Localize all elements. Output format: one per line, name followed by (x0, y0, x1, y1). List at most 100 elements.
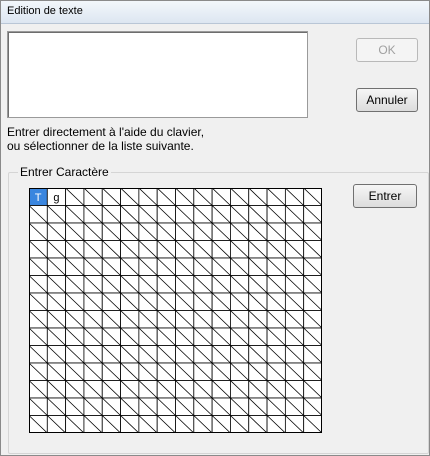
character-cell[interactable] (284, 188, 305, 206)
character-cell[interactable] (138, 362, 158, 381)
character-cell[interactable] (65, 205, 85, 224)
character-cell[interactable] (175, 362, 195, 381)
character-cell[interactable] (175, 345, 195, 364)
character-cell[interactable] (284, 310, 305, 329)
character-cell[interactable] (211, 345, 231, 364)
character-cell[interactable] (65, 257, 85, 276)
character-cell[interactable] (303, 240, 322, 259)
character-cell[interactable] (65, 275, 85, 294)
character-cell[interactable] (138, 240, 158, 259)
character-cell[interactable] (284, 415, 305, 434)
character-cell[interactable] (248, 292, 268, 311)
character-cell[interactable] (211, 362, 231, 381)
character-cell[interactable] (46, 310, 67, 329)
character-cell[interactable] (138, 275, 158, 294)
character-cell[interactable] (266, 345, 286, 364)
character-cell[interactable] (266, 188, 286, 206)
character-cell[interactable] (248, 310, 268, 329)
character-cell[interactable] (138, 380, 158, 399)
character-cell[interactable] (193, 345, 213, 364)
character-cell[interactable] (211, 292, 231, 311)
character-cell[interactable] (101, 275, 121, 294)
character-cell[interactable] (266, 415, 286, 434)
character-cell[interactable] (193, 275, 213, 294)
character-cell[interactable] (120, 310, 140, 329)
character-cell[interactable] (65, 415, 85, 434)
character-cell[interactable] (156, 397, 176, 416)
character-cell[interactable] (83, 380, 103, 399)
character-cell[interactable] (46, 345, 67, 364)
character-cell[interactable] (83, 188, 103, 206)
character-cell[interactable] (120, 380, 140, 399)
character-cell[interactable] (266, 380, 286, 399)
character-cell[interactable] (248, 380, 268, 399)
character-cell[interactable] (83, 397, 103, 416)
character-cell[interactable] (303, 415, 322, 434)
character-cell[interactable] (266, 292, 286, 311)
character-cell[interactable] (248, 275, 268, 294)
character-cell[interactable] (29, 380, 48, 399)
character-cell[interactable] (248, 362, 268, 381)
character-cell[interactable] (65, 292, 85, 311)
character-cell[interactable] (266, 205, 286, 224)
character-cell[interactable] (175, 415, 195, 434)
character-cell[interactable] (303, 205, 322, 224)
character-cell[interactable] (303, 327, 322, 346)
character-cell[interactable] (230, 205, 250, 224)
character-cell[interactable] (65, 188, 85, 206)
character-cell[interactable] (230, 240, 250, 259)
character-cell[interactable] (248, 222, 268, 241)
character-cell[interactable] (120, 275, 140, 294)
ok-button[interactable]: OK (356, 38, 418, 62)
character-cell[interactable] (303, 380, 322, 399)
character-cell[interactable] (46, 292, 67, 311)
character-cell[interactable] (83, 415, 103, 434)
character-cell[interactable] (230, 257, 250, 276)
character-cell[interactable] (101, 310, 121, 329)
character-cell[interactable] (29, 222, 48, 241)
character-cell[interactable] (230, 292, 250, 311)
character-cell[interactable] (156, 380, 176, 399)
character-cell[interactable] (138, 327, 158, 346)
character-cell[interactable] (266, 257, 286, 276)
character-cell[interactable] (46, 205, 67, 224)
character-cell[interactable] (193, 188, 213, 206)
character-cell[interactable] (248, 397, 268, 416)
character-cell[interactable] (29, 257, 48, 276)
character-cell[interactable] (29, 362, 48, 381)
character-cell[interactable] (211, 380, 231, 399)
character-cell[interactable] (83, 240, 103, 259)
character-cell[interactable] (284, 275, 305, 294)
character-cell[interactable] (175, 188, 195, 206)
character-cell[interactable] (83, 275, 103, 294)
character-cell[interactable] (138, 397, 158, 416)
character-cell[interactable] (83, 327, 103, 346)
enter-button[interactable]: Entrer (353, 184, 417, 208)
character-cell[interactable] (211, 222, 231, 241)
character-cell[interactable] (29, 327, 48, 346)
character-cell[interactable] (193, 292, 213, 311)
character-cell[interactable] (46, 397, 67, 416)
character-cell[interactable] (101, 345, 121, 364)
character-cell[interactable] (46, 327, 67, 346)
character-cell[interactable] (175, 397, 195, 416)
character-cell[interactable] (101, 222, 121, 241)
character-cell[interactable] (193, 257, 213, 276)
character-cell[interactable] (101, 397, 121, 416)
character-cell[interactable] (303, 310, 322, 329)
character-cell[interactable] (29, 310, 48, 329)
character-cell[interactable] (266, 362, 286, 381)
character-cell[interactable] (248, 205, 268, 224)
text-input[interactable] (7, 31, 308, 118)
character-cell[interactable] (29, 415, 48, 434)
character-cell[interactable] (120, 415, 140, 434)
character-cell[interactable] (138, 415, 158, 434)
cancel-button[interactable]: Annuler (356, 88, 418, 112)
character-cell[interactable] (211, 275, 231, 294)
character-cell[interactable] (101, 380, 121, 399)
character-cell[interactable] (266, 397, 286, 416)
character-cell[interactable] (303, 362, 322, 381)
character-cell[interactable] (156, 415, 176, 434)
character-cell[interactable] (120, 205, 140, 224)
character-cell[interactable] (266, 327, 286, 346)
